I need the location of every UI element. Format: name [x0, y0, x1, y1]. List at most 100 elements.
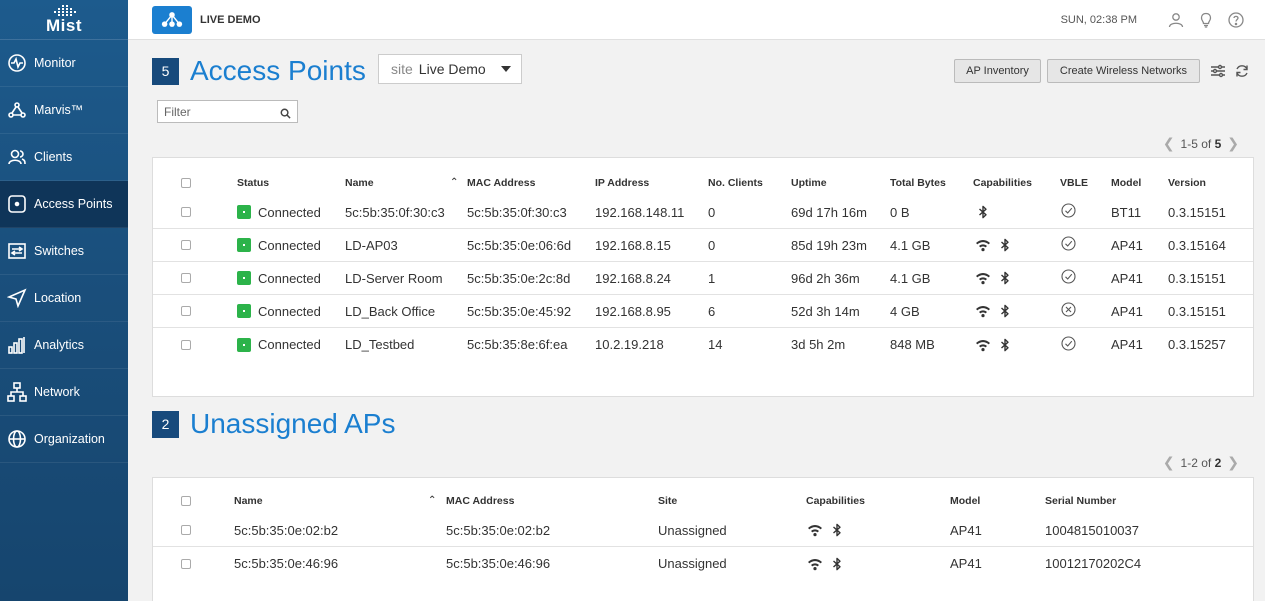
col-status[interactable]: Status [237, 169, 269, 196]
ap-name[interactable]: 5c:5b:35:0e:02:b2 [234, 514, 338, 546]
sidebar-item-marvis[interactable]: Marvis™ [0, 87, 128, 134]
row-checkbox[interactable] [181, 558, 191, 569]
create-wireless-networks-button[interactable]: Create Wireless Networks [1047, 59, 1200, 83]
org-network-icon [161, 12, 183, 27]
select-all-checkbox[interactable] [181, 177, 191, 188]
site-select-value: Live Demo [418, 61, 486, 77]
ap-name[interactable]: LD_Back Office [345, 295, 435, 327]
org-name[interactable]: LIVE DEMO [200, 14, 261, 26]
mist-logo[interactable]: Mist [0, 0, 128, 40]
marvis-icon [6, 99, 28, 121]
sidebar-item-access-points[interactable]: Access Points [0, 181, 128, 228]
sidebar-item-location[interactable]: Location [0, 275, 128, 322]
col-uptime[interactable]: Uptime [791, 169, 827, 196]
col-vble[interactable]: VBLE [1060, 169, 1088, 196]
col-model[interactable]: Model [950, 487, 980, 514]
row-checkbox[interactable] [181, 339, 191, 350]
site-select[interactable]: site Live Demo [378, 54, 522, 84]
model: AP41 [1111, 237, 1143, 253]
row-select[interactable] [181, 229, 191, 261]
org-logo[interactable] [152, 5, 192, 34]
sidebar-item-network[interactable]: Network [0, 369, 128, 416]
row-select[interactable] [181, 547, 191, 580]
col-mac[interactable]: MAC Address [467, 169, 535, 196]
wifi-icon [807, 556, 823, 572]
client-count: 0 [708, 204, 716, 220]
row-checkbox[interactable] [181, 306, 191, 316]
wifi-icon [975, 237, 991, 253]
col-serial[interactable]: Serial Number [1045, 487, 1116, 514]
table-row[interactable]: Connected 5c:5b:35:0f:30:c3 5c:5b:35:0f:… [153, 196, 1253, 229]
status-text: Connected [258, 303, 321, 319]
col-mac[interactable]: MAC Address [446, 487, 514, 514]
search-icon[interactable] [280, 106, 292, 119]
chevron-right-icon[interactable]: ❯ [1227, 135, 1239, 152]
ap-inventory-button[interactable]: AP Inventory [954, 59, 1041, 83]
sidebar-item-switches[interactable]: Switches [0, 228, 128, 275]
col-ip[interactable]: IP Address [595, 169, 649, 196]
sort-asc-icon[interactable]: ⌃ [450, 169, 458, 196]
chevron-right-icon[interactable]: ❯ [1227, 454, 1239, 471]
sidebar-item-monitor[interactable]: Monitor [0, 40, 128, 87]
row-checkbox[interactable] [181, 240, 191, 250]
help-icon[interactable] [1227, 11, 1245, 29]
select-all-checkbox[interactable] [181, 495, 191, 506]
row-select[interactable] [181, 196, 191, 228]
ap-name[interactable]: 5c:5b:35:0f:30:c3 [345, 196, 445, 228]
col-model[interactable]: Model [1111, 169, 1141, 196]
sort-asc-icon[interactable]: ⌃ [428, 487, 436, 514]
ap-name[interactable]: LD-Server Room [345, 262, 443, 294]
ap-name[interactable]: LD-AP03 [345, 229, 398, 261]
table-row[interactable]: Connected LD-AP03 5c:5b:35:0e:06:6d 192.… [153, 229, 1253, 262]
settings-sliders-icon[interactable] [1210, 63, 1226, 79]
table-row[interactable]: Connected LD-Server Room 5c:5b:35:0e:2c:… [153, 262, 1253, 295]
row-select[interactable] [181, 262, 191, 294]
unassigned-header: 2 Unassigned APs [152, 408, 395, 440]
table-row[interactable]: Connected LD_Back Office 5c:5b:35:0e:45:… [153, 295, 1253, 328]
table-row[interactable]: Connected LD_Testbed 5c:5b:35:8e:6f:ea 1… [153, 328, 1253, 361]
row-select[interactable] [181, 295, 191, 327]
col-site[interactable]: Site [658, 487, 677, 514]
chevron-left-icon[interactable]: ❮ [1163, 135, 1175, 152]
ap-name[interactable]: 5c:5b:35:0e:46:96 [234, 547, 338, 580]
filter-box[interactable] [157, 100, 298, 123]
site: Unassigned [658, 556, 727, 571]
pager-range: 1-2 of [1180, 455, 1212, 470]
col-version[interactable]: Version [1168, 169, 1206, 196]
row-checkbox[interactable] [181, 207, 191, 217]
col-name[interactable]: Name [234, 487, 263, 514]
capabilities [975, 262, 1019, 294]
refresh-icon[interactable] [1234, 63, 1250, 79]
mac-address: 5c:5b:35:0e:45:92 [467, 303, 572, 319]
total-bytes: 4.1 GB [890, 237, 931, 253]
ap-name[interactable]: LD_Testbed [345, 328, 414, 361]
row-select[interactable] [181, 514, 191, 546]
col-capabilities[interactable]: Capabilities [973, 169, 1032, 196]
table-row[interactable]: 5c:5b:35:0e:46:96 5c:5b:35:0e:46:96 Unas… [153, 547, 1253, 580]
sidebar-item-label: Monitor [34, 56, 76, 70]
row-checkbox[interactable] [181, 273, 191, 283]
organization-icon [6, 428, 28, 450]
sidebar-item-analytics[interactable]: Analytics [0, 322, 128, 369]
bluetooth-icon [829, 522, 845, 538]
page-title: Access Points [190, 55, 366, 86]
total-bytes: 4.1 GB [890, 270, 931, 286]
sidebar-item-organization[interactable]: Organization [0, 416, 128, 463]
row-checkbox[interactable] [181, 525, 191, 535]
sidebar-item-clients[interactable]: Clients [0, 134, 128, 181]
col-bytes[interactable]: Total Bytes [890, 169, 946, 196]
lightbulb-icon[interactable] [1197, 11, 1215, 29]
serial-number: 1004815010037 [1045, 522, 1139, 538]
model: AP41 [1111, 337, 1143, 352]
col-clients[interactable]: No. Clients [708, 169, 763, 196]
chevron-left-icon[interactable]: ❮ [1163, 454, 1175, 471]
table-row[interactable]: 5c:5b:35:0e:02:b2 5c:5b:35:0e:02:b2 Unas… [153, 514, 1253, 547]
client-count: 0 [708, 237, 716, 253]
user-icon[interactable] [1167, 11, 1185, 29]
col-name[interactable]: Name [345, 169, 374, 196]
filter-input[interactable] [164, 104, 276, 119]
sidebar-item-label: Network [34, 385, 80, 399]
uptime: 85d 19h 23m [791, 237, 867, 253]
row-select[interactable] [181, 328, 191, 361]
col-capabilities[interactable]: Capabilities [806, 487, 865, 514]
